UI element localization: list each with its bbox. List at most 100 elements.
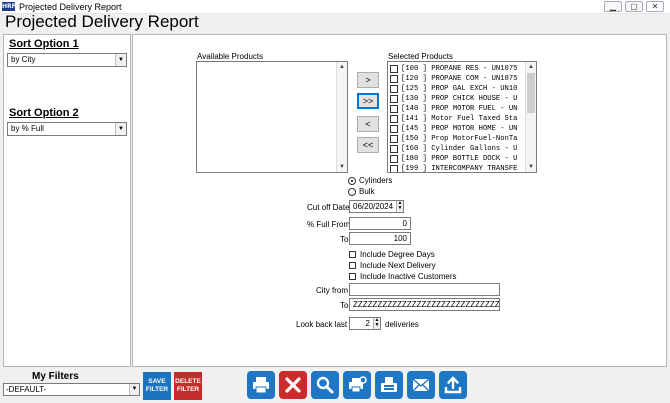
print-preview-icon — [349, 376, 367, 393]
email-button[interactable] — [407, 371, 435, 399]
close-button[interactable] — [279, 371, 307, 399]
available-products-scrollbar[interactable]: ▲ ▼ — [336, 62, 347, 172]
remove-all-products-button[interactable]: << — [357, 137, 379, 153]
pct-full-from-field[interactable]: 0 — [349, 217, 411, 230]
city-to-field[interactable]: ZZZZZZZZZZZZZZZZZZZZZZZZZZZZZZ — [349, 298, 500, 311]
cutoff-date-label: Cut off Date — [307, 203, 350, 212]
checkbox-box[interactable] — [390, 65, 398, 73]
include-inactive-customers-checkbox[interactable]: Include Inactive Customers — [349, 272, 457, 281]
sort-option-2-select[interactable]: by % Full ▼ — [7, 122, 127, 136]
look-back-label: Look back last — [296, 320, 348, 329]
add-all-products-button[interactable]: >> — [357, 93, 379, 109]
maximize-button[interactable]: ▢ — [625, 1, 643, 12]
scrollbar-thumb[interactable] — [527, 73, 535, 113]
selected-product-item[interactable]: [199 ] INTERCOMPANY TRANSFE — [390, 164, 518, 172]
chevron-down-icon[interactable]: ▼ — [115, 123, 126, 135]
save-filter-label-1: SAVE — [148, 378, 166, 385]
sort-panel: Sort Option 1 by City ▼ Sort Option 2 by… — [3, 34, 131, 367]
checkbox-box[interactable] — [390, 95, 398, 103]
checkbox-box[interactable] — [390, 85, 398, 93]
scroll-down-icon[interactable]: ▼ — [337, 162, 347, 172]
selected-product-item[interactable]: [160 ] Cylinder Gallons - U — [390, 144, 518, 154]
cylinders-label: Cylinders — [359, 176, 393, 185]
fax-icon — [381, 377, 397, 392]
save-filter-label-2: FILTER — [145, 386, 169, 393]
deliveries-label: deliveries — [385, 320, 419, 329]
selected-products-list[interactable]: [100 ] PROPANE RES - UN1075 [120 ] PROPAN… — [387, 61, 537, 173]
city-from-field[interactable] — [349, 283, 500, 296]
page-title: Projected Delivery Report — [5, 12, 199, 31]
checkbox-box[interactable] — [390, 155, 398, 163]
selected-product-item[interactable]: [141 ] Motor Fuel Taxed Sta — [390, 114, 518, 124]
checkbox-box[interactable] — [390, 125, 398, 133]
scroll-down-icon[interactable]: ▼ — [526, 162, 536, 172]
bulk-radio[interactable]: Bulk — [348, 187, 375, 196]
checkbox-box — [349, 262, 356, 269]
export-button[interactable] — [439, 371, 467, 399]
include-next-delivery-checkbox[interactable]: Include Next Delivery — [349, 261, 436, 270]
filter-panel: Available Products ▲ ▼ > >> < << Selecte… — [132, 34, 667, 367]
checkbox-box[interactable] — [390, 105, 398, 113]
selected-product-label: [130 ] PROP CHICK HOUSE - U — [401, 95, 518, 103]
print-preview-button[interactable] — [343, 371, 371, 399]
scroll-up-icon[interactable]: ▲ — [526, 62, 536, 72]
minimize-button[interactable]: ▁ — [604, 1, 622, 12]
window-title: Projected Delivery Report — [19, 1, 122, 12]
available-products-label: Available Products — [197, 52, 264, 61]
selected-products-label: Selected Products — [388, 52, 453, 61]
sort-option-2-value: by % Full — [11, 124, 44, 133]
sort-option-1-value: by City — [11, 55, 36, 64]
scroll-up-icon[interactable]: ▲ — [337, 62, 347, 72]
selected-product-item[interactable]: [145 ] PROP MOTOR HOME - UN — [390, 124, 518, 134]
include-degree-days-checkbox[interactable]: Include Degree Days — [349, 250, 435, 259]
preview-button[interactable] — [311, 371, 339, 399]
selected-product-item[interactable]: [100 ] PROPANE RES - UN1075 — [390, 64, 518, 74]
checkbox-box[interactable] — [390, 75, 398, 83]
look-back-field[interactable]: 2 ▲ ▼ — [349, 317, 381, 330]
city-to-label: To — [340, 301, 349, 310]
checkbox-box — [349, 251, 356, 258]
remove-product-button[interactable]: < — [357, 116, 379, 132]
cutoff-date-field[interactable]: 06/20/2024 ▲ ▼ — [349, 200, 404, 213]
checkbox-box[interactable] — [390, 115, 398, 123]
selected-product-item[interactable]: [180 ] PROP BOTTLE DOCK - U — [390, 154, 518, 164]
chevron-down-icon[interactable]: ▼ — [115, 54, 126, 66]
delete-filter-button[interactable]: DELETE FILTER — [174, 372, 202, 400]
sort-option-1-select[interactable]: by City ▼ — [7, 53, 127, 67]
export-icon — [444, 376, 462, 394]
fax-button[interactable] — [375, 371, 403, 399]
checkbox-box — [349, 273, 356, 280]
pct-full-to-field[interactable]: 100 — [349, 232, 411, 245]
selected-product-item[interactable]: [130 ] PROP CHICK HOUSE - U — [390, 94, 518, 104]
selected-product-item[interactable]: [140 ] PROP MOTOR FUEL - UN — [390, 104, 518, 114]
include-inactive-customers-label: Include Inactive Customers — [360, 272, 457, 281]
number-spinner-icon[interactable]: ▲ ▼ — [373, 318, 380, 329]
selected-product-item[interactable]: [120 ] PROPANE COM - UN1075 — [390, 74, 518, 84]
chevron-down-icon[interactable]: ▼ — [129, 384, 139, 395]
print-button[interactable] — [247, 371, 275, 399]
checkbox-box[interactable] — [390, 135, 398, 143]
my-filters-select[interactable]: -DEFAULT- ▼ — [3, 383, 140, 396]
save-filter-button[interactable]: SAVE FILTER — [143, 372, 171, 400]
pct-full-to-label: To — [340, 235, 349, 244]
app-logo-icon: HRF — [2, 2, 16, 11]
selected-product-label: [160 ] Cylinder Gallons - U — [401, 145, 518, 153]
available-products-list[interactable]: ▲ ▼ — [196, 61, 348, 173]
close-window-button[interactable]: ✕ — [646, 1, 664, 12]
sort-option-1-label: Sort Option 1 — [9, 38, 79, 50]
include-next-delivery-label: Include Next Delivery — [360, 261, 436, 270]
printer-icon — [253, 377, 269, 394]
cylinders-radio[interactable]: Cylinders — [348, 176, 392, 185]
checkbox-box[interactable] — [390, 145, 398, 153]
checkbox-box[interactable] — [390, 165, 398, 172]
cutoff-date-value: 06/20/2024 — [353, 202, 394, 211]
radio-indicator — [348, 176, 356, 185]
delete-filter-label-2: FILTER — [176, 386, 200, 393]
search-icon — [316, 376, 334, 394]
add-product-button[interactable]: > — [357, 72, 379, 88]
selected-product-item[interactable]: [125 ] PROP GAL EXCH - UN10 — [390, 84, 518, 94]
date-spinner-icon[interactable]: ▲ ▼ — [396, 201, 403, 212]
selected-product-item[interactable]: [150 ] Prop MotorFuel-NonTa — [390, 134, 518, 144]
selected-products-scrollbar[interactable]: ▲ ▼ — [525, 62, 536, 172]
look-back-value: 2 — [365, 319, 370, 328]
